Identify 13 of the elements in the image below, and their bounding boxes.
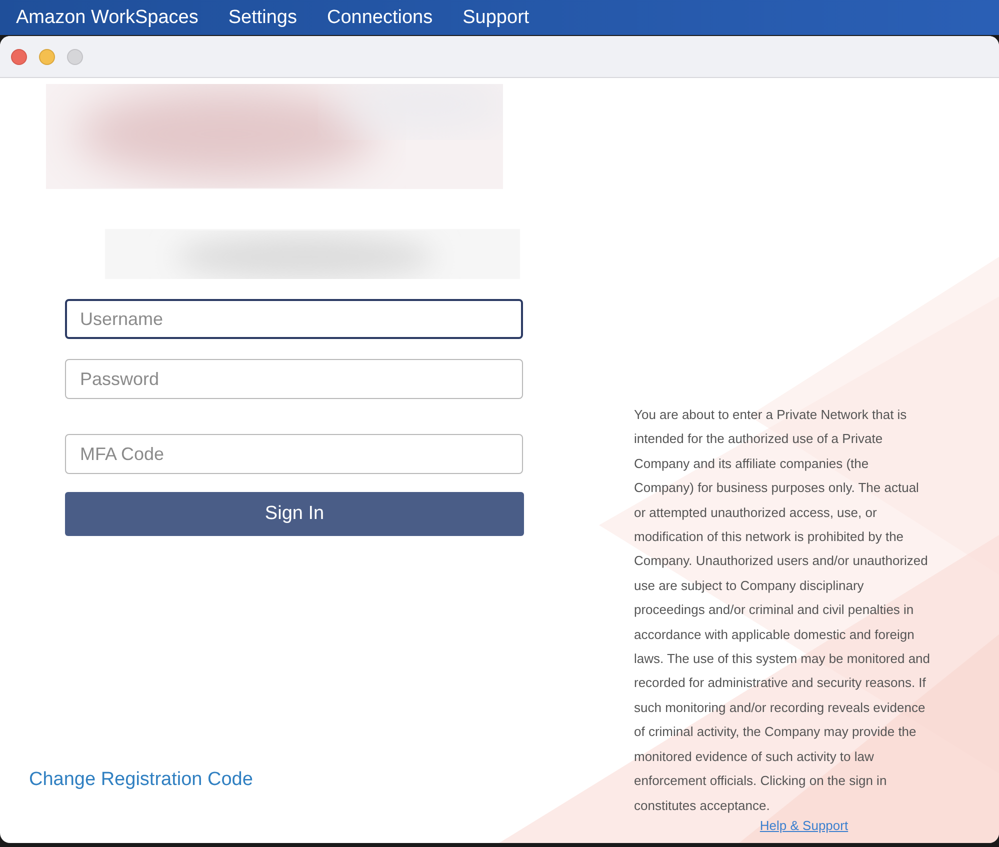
- change-registration-link[interactable]: Change Registration Code: [29, 769, 253, 791]
- minimize-button[interactable]: [39, 48, 55, 64]
- notice-text: You are about to enter a Private Network that is intended for the authorized use of a Private Company and its affiliate companies (the Company) for business purposes only. The actual or attempted unauthorized access, use, or modification of this network is prohibited by the Company. Unauthorized users and/or unauthorized use are subject to Company disciplinary proceedings and/or criminal and civil penalties in accordance with applicable domestic and foreign laws. The use of this system may be monitored and recorded for administrative and security reasons. If such monitoring and/or recording reveals evidence of criminal activity, the Company may provide the monitored evidence of such activity to law enforcement officials. Clicking on the sign in constitutes acceptance.: [634, 406, 932, 815]
- menu-item[interactable]: Connections: [327, 6, 433, 28]
- zoom-button[interactable]: [67, 48, 83, 64]
- input-field[interactable]: Username: [65, 299, 523, 339]
- close-button[interactable]: [11, 48, 27, 64]
- menu-item[interactable]: Support: [462, 6, 530, 28]
- sign-in-button[interactable]: Sign In: [65, 492, 524, 536]
- menu-item[interactable]: Settings: [228, 6, 297, 28]
- menu-item[interactable]: Amazon WorkSpaces: [16, 6, 198, 28]
- input-field[interactable]: Password: [65, 359, 523, 399]
- input-field[interactable]: MFA Code: [65, 434, 523, 474]
